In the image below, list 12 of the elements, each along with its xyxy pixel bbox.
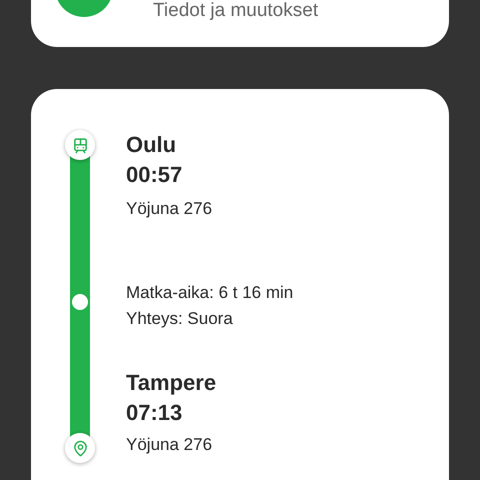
station-name: Oulu [126,131,178,159]
info-card[interactable]: Tiedot ja muutokset [31,0,449,47]
train-name: Yöjuna 276 [126,198,214,220]
journey-info: Yhteys: Suora [126,308,234,330]
stop-time: 00:57 [126,161,184,189]
journey-info: Matka-aika: 6 t 16 min [126,282,294,304]
info-subtitle: Tiedot ja muutokset [153,1,318,21]
train-name: Yöjuna 276 [126,434,214,456]
station-name: Tampere [126,369,218,397]
location-pin-icon [72,440,88,456]
train-icon [72,136,88,154]
stop-time: 07:13 [126,399,184,427]
